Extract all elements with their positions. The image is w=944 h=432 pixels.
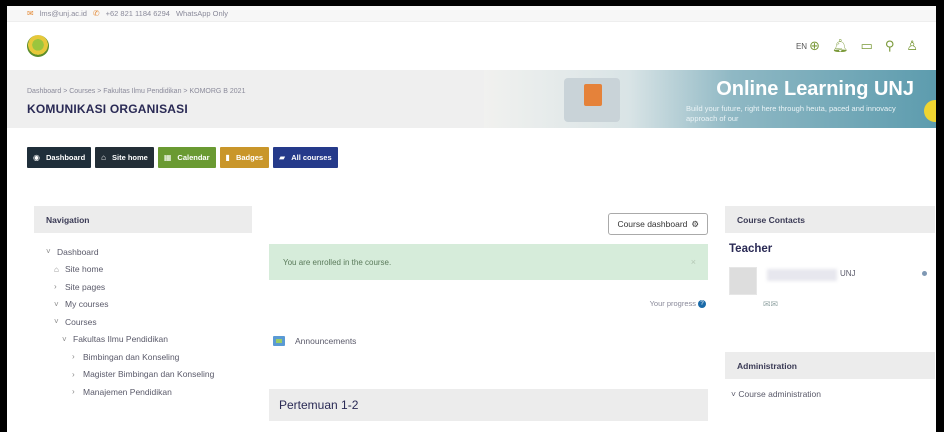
chevron-down-icon: ˅	[54, 317, 59, 327]
chevron-down-icon: ˅	[46, 247, 51, 257]
nav-item-fakultas[interactable]: ˅ Fakultas Ilmu Pendidikan	[46, 331, 252, 349]
status-dot-icon	[922, 271, 927, 276]
navigation-block: Navigation ˅ Dashboard ⌂ Site home › Sit…	[34, 206, 252, 401]
avatar[interactable]	[729, 267, 757, 295]
course-title: KOMUNIKASI ORGANISASI	[27, 102, 188, 116]
calendar-icon: ▦	[163, 152, 172, 162]
book-icon: ▰	[279, 152, 286, 162]
quick-nav-buttons: ◉ Dashboard ⌂ Site home ▦ Calendar ▮ Bad…	[7, 140, 936, 174]
course-hero: Dashboard > Courses > Fakultas Ilmu Pend…	[7, 70, 936, 128]
nav-item-label: Dashboard	[57, 246, 99, 257]
teacher-name-redacted	[767, 269, 837, 281]
nav-item-label: Bimbingan dan Konseling	[83, 351, 180, 362]
bell-icon[interactable]: 🔔︎	[832, 38, 849, 54]
nav-item-dashboard[interactable]: ˅ Dashboard	[46, 243, 252, 261]
chevron-right-icon: ›	[54, 282, 57, 292]
chevron-down-icon: ˅	[54, 299, 59, 309]
badges-button-label: Badges	[235, 152, 264, 162]
globe-icon: ⊕	[809, 38, 820, 53]
close-icon[interactable]: ×	[691, 257, 696, 267]
banner-subtitle: Build your future, right here through he…	[686, 104, 896, 123]
admin-item-label: Course administration	[738, 389, 822, 399]
nav-item-bimbingan[interactable]: › Bimbingan dan Konseling	[46, 348, 252, 366]
announcements-link[interactable]: Announcements	[295, 336, 356, 346]
chat-icon[interactable]: ▭	[861, 38, 873, 54]
enrolled-alert: You are enrolled in the course. ×	[269, 244, 708, 280]
section-title: Pertemuan 1-2	[269, 389, 708, 421]
chevron-right-icon: ›	[72, 369, 75, 379]
alert-text: You are enrolled in the course.	[283, 257, 392, 267]
site-home-button[interactable]: ⌂ Site home	[95, 146, 154, 168]
nav-item-magister[interactable]: › Magister Bimbingan dan Konseling	[46, 366, 252, 384]
right-sidebar: Course Contacts Teacher UNJ ✉✉ Administr…	[725, 206, 935, 399]
course-administration-item[interactable]: ˅ Course administration	[725, 389, 935, 399]
language-selector[interactable]: EN ⊕	[796, 38, 820, 54]
online-learning-banner: Online Learning UNJ Build your future, r…	[484, 70, 936, 128]
dashboard-icon: ◉	[33, 152, 40, 162]
browser-frame: ✉ lms@unj.ac.id ✆ +62 821 1184 6294 What…	[0, 0, 944, 432]
user-icon[interactable]: ♙	[906, 38, 918, 54]
banner-decoration	[924, 100, 936, 122]
badges-button[interactable]: ▮ Badges	[219, 146, 270, 168]
forum-icon	[273, 336, 285, 346]
nav-item-my-courses[interactable]: ˅ My courses	[46, 296, 252, 314]
contact-phone[interactable]: +62 821 1184 6294	[106, 9, 170, 18]
contact-email[interactable]: lms@unj.ac.id	[40, 9, 87, 18]
home-icon: ⌂	[54, 264, 59, 274]
administration-title: Administration	[725, 352, 935, 379]
nav-item-label: Manajemen Pendidikan	[83, 386, 172, 397]
contact-note: WhatsApp Only	[175, 9, 229, 18]
progress-label: Your progress	[649, 299, 696, 308]
chevron-down-icon: ˅	[62, 334, 67, 344]
header-icons: EN ⊕ 🔔︎ ▭ ⚲ ♙	[796, 38, 918, 54]
nav-item-label: My courses	[65, 299, 109, 310]
nav-item-label: Site home	[65, 264, 104, 275]
all-courses-button-label: All courses	[291, 152, 332, 162]
nav-item-label: Magister Bimbingan dan Konseling	[83, 369, 215, 380]
site-header: EN ⊕ 🔔︎ ▭ ⚲ ♙	[7, 22, 936, 70]
contact-topbar: ✉ lms@unj.ac.id ✆ +62 821 1184 6294 What…	[7, 6, 936, 22]
course-contacts-title: Course Contacts	[725, 206, 935, 233]
progress-indicator: Your progress ?	[650, 299, 706, 308]
unj-logo[interactable]	[27, 35, 49, 57]
all-courses-button[interactable]: ▰ All courses	[273, 146, 338, 168]
course-dashboard-label: Course dashboard	[617, 219, 688, 229]
teacher-contact[interactable]: UNJ	[725, 267, 935, 303]
site-home-button-label: Site home	[112, 152, 148, 162]
help-icon[interactable]: ?	[698, 299, 706, 308]
chevron-right-icon: ›	[72, 352, 75, 362]
home-icon: ⌂	[101, 152, 107, 162]
announcements-activity[interactable]: Announcements	[273, 336, 356, 346]
course-dashboard-button[interactable]: Course dashboard ⚙	[608, 213, 708, 235]
nav-item-label: Courses	[65, 316, 97, 327]
breadcrumb[interactable]: Dashboard > Courses > Fakultas Ilmu Pend…	[27, 88, 245, 95]
language-label: EN	[795, 41, 808, 51]
dashboard-button-label: Dashboard	[45, 152, 86, 162]
navigation-title: Navigation	[34, 206, 252, 233]
nav-item-manajemen[interactable]: › Manajemen Pendidikan	[46, 383, 252, 401]
navigation-tree: ˅ Dashboard ⌂ Site home › Site pages ˅ M…	[34, 243, 252, 401]
nav-item-label: Fakultas Ilmu Pendidikan	[73, 334, 168, 345]
banner-title: Online Learning UNJ	[716, 78, 914, 100]
teacher-institution: UNJ	[840, 269, 856, 278]
banner-illustration-figure	[584, 84, 602, 106]
mail-icon: ✉	[27, 9, 34, 18]
nav-item-courses[interactable]: ˅ Courses	[46, 313, 252, 331]
search-icon[interactable]: ⚲	[885, 38, 895, 54]
nav-item-site-home[interactable]: ⌂ Site home	[46, 261, 252, 279]
calendar-button-label: Calendar	[177, 152, 210, 162]
bookmark-icon: ▮	[225, 152, 230, 162]
teacher-label: Teacher	[729, 243, 773, 255]
nav-item-site-pages[interactable]: › Site pages	[46, 278, 252, 296]
chevron-right-icon: ›	[72, 387, 75, 397]
gear-icon: ⚙	[691, 218, 699, 229]
calendar-button[interactable]: ▦ Calendar	[157, 146, 216, 168]
nav-item-label: Site pages	[65, 281, 106, 292]
phone-icon: ✆	[92, 9, 100, 18]
dashboard-button[interactable]: ◉ Dashboard	[27, 146, 92, 168]
